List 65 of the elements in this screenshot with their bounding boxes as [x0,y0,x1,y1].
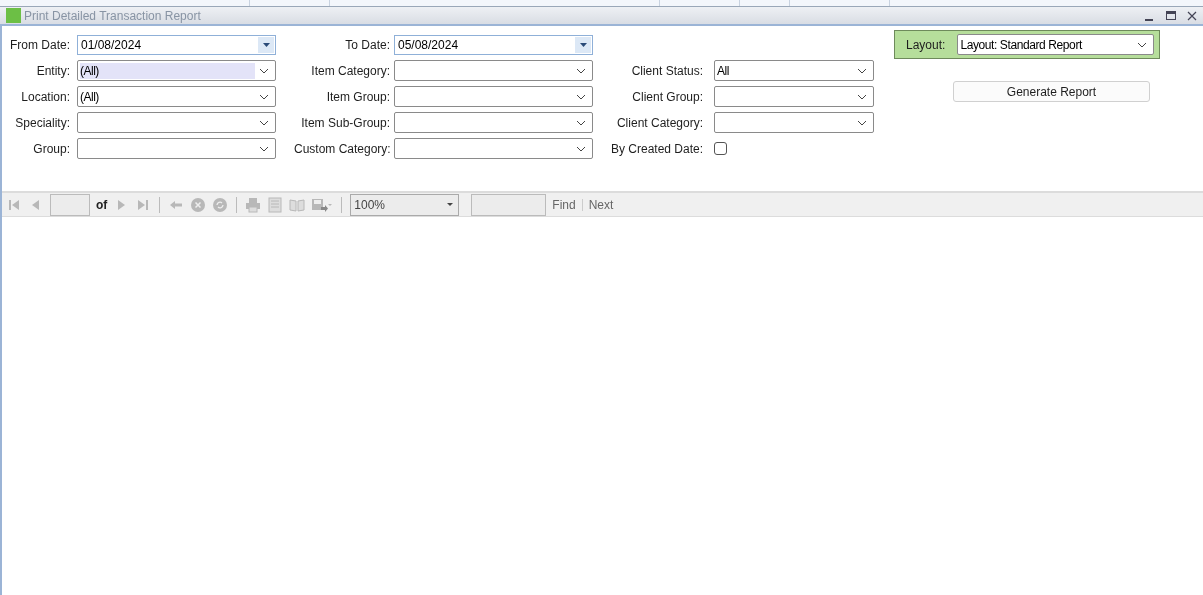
page-of-label: of [96,196,108,214]
field-label: Custom Category: [294,140,390,158]
chevron-down-icon [576,67,586,74]
zoom-dropdown[interactable]: 100% [350,193,460,216]
dropdown-value: Layout: Standard Report [960,36,1084,54]
chevron-down-icon [857,119,867,126]
field-label: Group: [32,140,70,158]
triangle-down-icon [262,42,270,47]
field-label: Speciality: [14,114,70,132]
window-title: Print Detailed Transaction Report [24,7,202,25]
toolbar-link[interactable]: Next [588,195,614,214]
dropdown-field[interactable] [394,86,593,107]
chevron-down-icon [576,119,586,126]
chevron-down-icon [1137,41,1148,48]
dropdown-field[interactable]: All [714,60,874,81]
field-label: To Date: [344,36,390,54]
date-value: 01/08/2024 [81,36,143,54]
chevron-down-icon [259,119,269,126]
field-label: Item Category: [310,62,390,80]
dropdown-field[interactable] [394,112,593,133]
dropdown-button[interactable] [258,36,274,53]
close-icon[interactable] [1187,10,1197,21]
chevron-down-icon [259,145,269,152]
dropdown-value: (All) [80,62,99,80]
field-label: Client Category: [615,114,703,132]
chevron-down-icon [576,93,586,100]
field-label: Entity: [35,62,70,80]
zoom-value: 100% [354,196,387,214]
chevron-down-icon [259,93,269,100]
field-label: Client Group: [631,88,703,106]
field-label: Client Status: [630,62,703,80]
app-logo-icon [6,8,21,23]
find-field[interactable] [471,193,547,216]
date-field[interactable]: 05/08/2024 [394,34,593,55]
dropdown-field[interactable] [394,60,593,81]
dropdown-field[interactable] [394,138,593,159]
dropdown-field[interactable] [714,112,874,133]
field-label: Location: [20,88,70,106]
chevron-down-icon [857,67,867,74]
dropdown-field[interactable] [714,86,874,107]
dropdown-field[interactable] [77,112,276,133]
page-number-field[interactable] [50,193,90,216]
field-label: By Created Date: [609,140,703,158]
checkbox[interactable] [714,142,727,155]
field-label: Item Sub-Group: [300,114,390,132]
dropdown-value: (All) [80,88,99,106]
dropdown-value: All [717,62,729,80]
layout-label: Layout: [906,36,946,54]
field-label: Item Group: [325,88,390,106]
chevron-down-icon [576,145,586,152]
dropdown-field[interactable]: (All) [77,60,276,81]
dropdown-button[interactable] [575,36,591,53]
chevron-down-icon [259,67,269,74]
toolbar-link[interactable]: Find [552,195,576,214]
generate-report-button[interactable]: Generate Report [953,81,1150,102]
date-field[interactable]: 01/08/2024 [77,34,276,55]
dropdown-field[interactable] [77,138,276,159]
field-label: From Date: [10,36,70,54]
triangle-down-icon [579,42,587,47]
layout-dropdown[interactable]: Layout: Standard Report [957,34,1155,55]
maximize-icon[interactable] [1166,11,1176,20]
triangle-down-icon [447,203,454,206]
dropdown-field[interactable]: (All) [77,86,276,107]
chevron-down-icon [857,93,867,100]
date-value: 05/08/2024 [398,36,460,54]
